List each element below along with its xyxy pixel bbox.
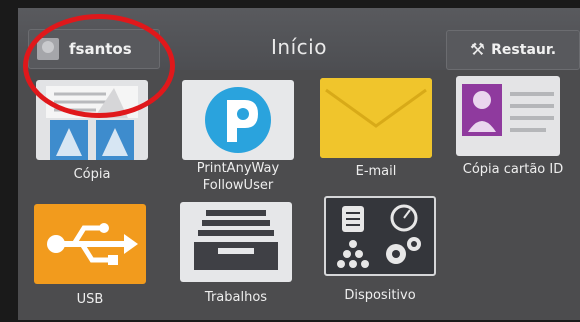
app-label-usb: USB xyxy=(76,292,104,307)
restore-button[interactable]: ⚒ Restaur. xyxy=(446,30,580,70)
app-label-copy: Cópia xyxy=(73,167,111,182)
app-tile-id-card-copy[interactable] xyxy=(456,76,560,156)
app-label-email: E-mail xyxy=(355,164,397,179)
top-bar: fsantos Início ⚒ Restaur. xyxy=(18,8,580,70)
app-label-printanyway: PrintAnyWay FollowUser xyxy=(196,161,280,193)
id-card-icon xyxy=(462,84,554,136)
app-label-id-card-copy: Cópia cartão ID xyxy=(462,162,564,177)
app-label-jobs: Trabalhos xyxy=(204,290,268,305)
restore-button-label: Restaur. xyxy=(491,42,557,58)
app-label-device: Dispositivo xyxy=(344,288,416,303)
app-tile-device[interactable] xyxy=(324,196,436,276)
app-tile-jobs[interactable] xyxy=(180,202,292,282)
wrench-icon: ⚒ xyxy=(469,40,486,60)
app-tile-printanyway[interactable] xyxy=(182,80,294,160)
job-tray-icon xyxy=(194,210,278,270)
usb-icon xyxy=(47,223,138,265)
app-tile-copy[interactable] xyxy=(36,80,148,160)
app-tile-usb[interactable] xyxy=(34,204,146,284)
printanyway-icon xyxy=(205,87,271,153)
copy-icon xyxy=(46,86,138,160)
app-tile-email[interactable] xyxy=(320,78,432,158)
envelope-icon xyxy=(320,78,432,158)
device-icon xyxy=(337,204,421,268)
touch-screen: fsantos Início ⚒ Restaur. Cópia PrintAny… xyxy=(18,8,580,320)
